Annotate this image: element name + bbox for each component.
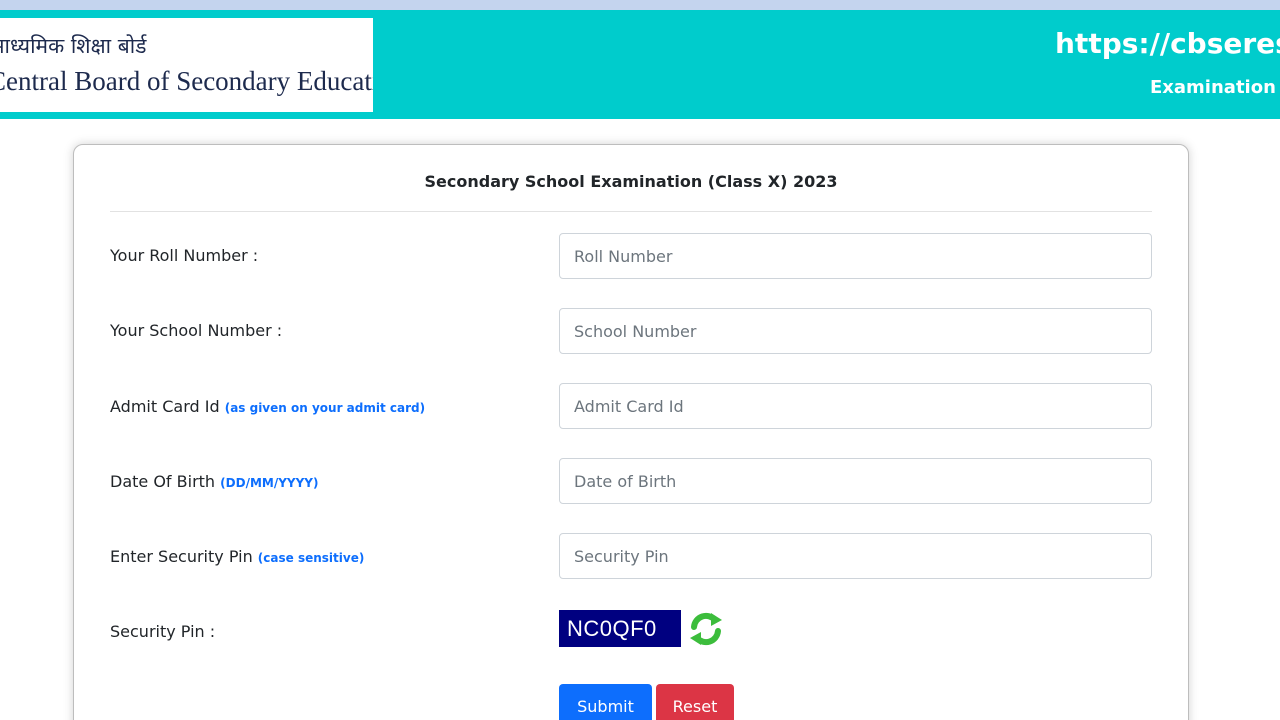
captcha-image: NC0QF0 <box>559 610 681 647</box>
security-pin-label-text: Security Pin : <box>110 622 216 641</box>
submit-button[interactable]: Submit <box>559 684 652 720</box>
site-subtitle: Examination Results <box>1150 77 1280 98</box>
school-number-input[interactable] <box>559 308 1152 354</box>
logo-english-text: Central Board of Secondary Education <box>0 66 373 96</box>
security-pin-hint: (case sensitive) <box>257 551 365 565</box>
refresh-icon[interactable] <box>686 610 726 648</box>
dob-input[interactable] <box>559 458 1152 504</box>
dob-hint: (DD/MM/YYYY) <box>220 476 319 490</box>
security-pin-label: Security Pin : <box>110 622 215 641</box>
admit-card-label-text: Admit Card Id <box>110 397 220 416</box>
roll-number-label-text: Your Roll Number : <box>110 246 259 265</box>
admit-card-input[interactable] <box>559 383 1152 429</box>
school-number-label: Your School Number : <box>110 321 282 340</box>
site-header: माध्यमिक शिक्षा बोर्ड Central Board of S… <box>0 10 1280 119</box>
title-divider <box>110 211 1152 212</box>
logo-hindi-text: माध्यमिक शिक्षा बोर्ड <box>0 34 147 58</box>
form-title: Secondary School Examination (Class X) 2… <box>424 172 838 191</box>
browser-top-strip <box>0 0 1280 10</box>
admit-card-label: Admit Card Id (as given on your admit ca… <box>110 397 425 416</box>
reset-button[interactable]: Reset <box>656 684 734 720</box>
roll-number-input[interactable] <box>559 233 1152 279</box>
security-pin-entry-label: Enter Security Pin (case sensitive) <box>110 547 364 566</box>
admit-card-hint: (as given on your admit card) <box>224 401 426 415</box>
school-number-label-text: Your School Number : <box>110 321 283 340</box>
board-logo[interactable]: माध्यमिक शिक्षा बोर्ड Central Board of S… <box>0 18 373 112</box>
dob-label: Date Of Birth (DD/MM/YYYY) <box>110 472 318 491</box>
roll-number-label: Your Roll Number : <box>110 246 258 265</box>
dob-label-text: Date Of Birth <box>110 472 216 491</box>
security-pin-input[interactable] <box>559 533 1152 579</box>
site-url: https://cbseresults.nic.in <box>1055 27 1280 60</box>
security-pin-entry-label-text: Enter Security Pin <box>110 547 253 566</box>
result-login-card: Secondary School Examination (Class X) 2… <box>73 144 1189 720</box>
